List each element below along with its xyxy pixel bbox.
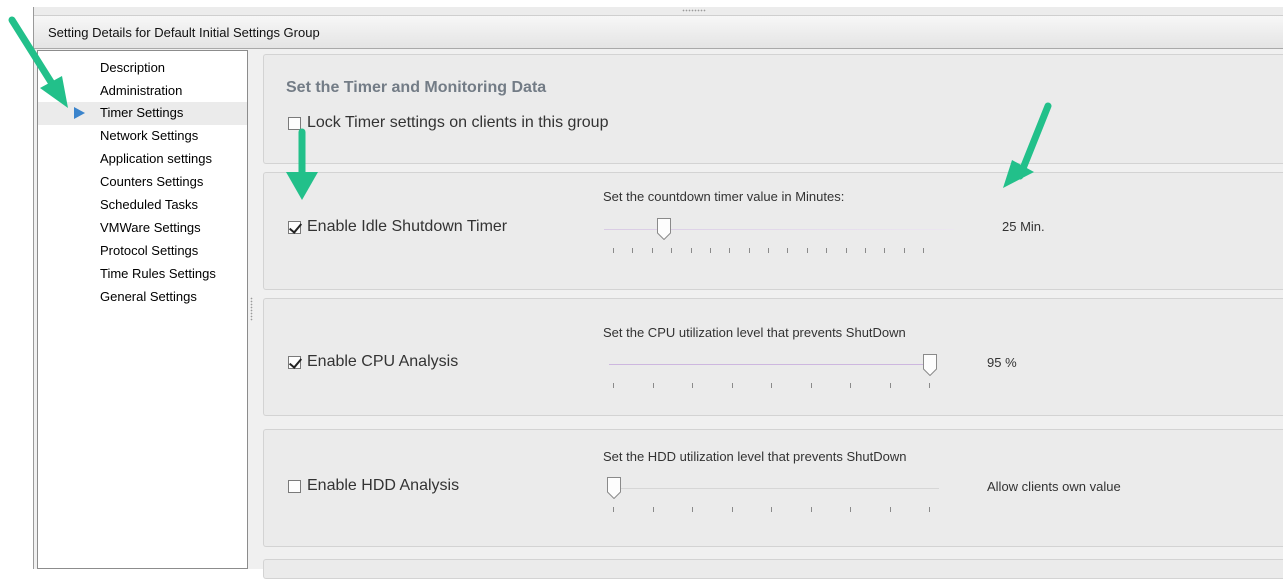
slider-tick (904, 248, 905, 253)
slider-tick (811, 507, 812, 512)
page-title: Setting Details for Default Initial Sett… (48, 25, 320, 40)
slider-tick (613, 248, 614, 253)
slider-tick (811, 383, 812, 388)
nav-item-counters-settings[interactable]: Counters Settings (38, 171, 247, 194)
nav-item-label: Administration (100, 83, 183, 98)
cpu-slider-thumb[interactable] (923, 354, 937, 376)
nav-item-label: Description (100, 60, 166, 75)
slider-tick (653, 507, 654, 512)
nav-item-label: General Settings (100, 289, 197, 304)
slider-tick (890, 383, 891, 388)
hdd-analysis-row: Enable HDD Analysis (288, 477, 459, 495)
hdd-analysis-panel: Enable HDD Analysis Set the HDD utilizat… (263, 429, 1283, 547)
nav-item-description[interactable]: Description (38, 57, 247, 80)
cpu-slider-value: 95 % (987, 355, 1017, 370)
slider-tick (732, 383, 733, 388)
hdd-slider-value: Allow clients own value (987, 479, 1121, 494)
hdd-slider-thumb[interactable] (607, 477, 621, 499)
idle-slider-caption: Set the countdown timer value in Minutes… (603, 189, 845, 204)
slider-tick (749, 248, 750, 253)
idle-timer-row: Enable Idle Shutdown Timer (288, 218, 507, 236)
slider-tick (692, 507, 693, 512)
settings-window: Setting Details for Default Initial Sett… (33, 7, 1283, 579)
slider-tick (768, 248, 769, 253)
splitter-grip-icon[interactable] (682, 9, 706, 12)
cpu-analysis-row: Enable CPU Analysis (288, 353, 458, 371)
slider-tick (890, 507, 891, 512)
nav-item-label: Protocol Settings (100, 243, 199, 258)
slider-tick (923, 248, 924, 253)
nav-item-time-rules-settings[interactable]: Time Rules Settings (38, 263, 247, 286)
nav-item-label: Application settings (100, 151, 213, 166)
cpu-analysis-label: Enable CPU Analysis (307, 353, 459, 370)
splitter-grip-icon[interactable] (250, 297, 253, 321)
top-splitter[interactable] (34, 7, 1283, 16)
idle-timer-label: Enable Idle Shutdown Timer (307, 218, 508, 235)
nav-item-protocol-settings[interactable]: Protocol Settings (38, 240, 247, 263)
cpu-slider-caption: Set the CPU utilization level that preve… (603, 325, 906, 340)
triangle-right-icon (74, 107, 85, 119)
nav-item-administration[interactable]: Administration (38, 80, 247, 103)
slider-tick (692, 383, 693, 388)
idle-shutdown-panel: Enable Idle Shutdown Timer Set the count… (263, 172, 1283, 290)
nav-item-label: Timer Settings (100, 105, 184, 120)
slider-tick (613, 383, 614, 388)
slider-tick (787, 248, 788, 253)
slider-tick (771, 507, 772, 512)
slider-tick (691, 248, 692, 253)
nav-item-network-settings[interactable]: Network Settings (38, 125, 247, 148)
settings-nav: Description Administration Timer Setting… (37, 50, 248, 569)
nav-item-label: Time Rules Settings (100, 266, 216, 281)
slider-tick (826, 248, 827, 253)
slider-tick (850, 507, 851, 512)
slider-tick (884, 248, 885, 253)
hdd-slider-caption: Set the HDD utilization level that preve… (603, 449, 907, 464)
idle-timer-checkbox[interactable] (288, 220, 301, 234)
vertical-splitter[interactable] (248, 50, 256, 569)
nav-item-vmware-settings[interactable]: VMWare Settings (38, 217, 247, 240)
slider-tick (671, 248, 672, 253)
monitoring-header-panel: Set the Timer and Monitoring Data Lock T… (263, 54, 1283, 164)
slider-tick (850, 383, 851, 388)
cpu-slider-ticks (613, 383, 930, 389)
hdd-analysis-label: Enable HDD Analysis (307, 477, 460, 494)
section-title: Set the Timer and Monitoring Data (286, 79, 547, 96)
idle-slider-thumb[interactable] (656, 218, 671, 240)
idle-slider-value: 25 Min. (1002, 219, 1045, 234)
nav-item-label: Scheduled Tasks (100, 197, 199, 212)
slider-tick (929, 383, 930, 388)
slider-tick (807, 248, 808, 253)
slider-tick (652, 248, 653, 253)
slider-tick (929, 507, 930, 512)
slider-tick (613, 507, 614, 512)
lock-timer-checkbox[interactable] (288, 116, 301, 130)
cpu-analysis-checkbox[interactable] (288, 355, 301, 369)
cpu-analysis-panel: Enable CPU Analysis Set the CPU utilizat… (263, 298, 1283, 416)
nav-item-general-settings[interactable]: General Settings (38, 286, 247, 309)
nav-item-timer-settings[interactable]: Timer Settings (38, 102, 247, 125)
cpu-slider-track[interactable] (609, 364, 931, 365)
lock-timer-label: Lock Timer settings on clients in this g… (307, 114, 609, 131)
idle-slider-ticks (613, 248, 924, 254)
nav-item-label: VMWare Settings (100, 220, 201, 235)
nav-item-scheduled-tasks[interactable]: Scheduled Tasks (38, 194, 247, 217)
slider-tick (865, 248, 866, 253)
lock-timer-row: Lock Timer settings on clients in this g… (288, 114, 608, 132)
nav-item-application-settings[interactable]: Application settings (38, 148, 247, 171)
nav-item-label: Network Settings (100, 128, 199, 143)
next-setting-panel (263, 559, 1283, 579)
slider-tick (732, 507, 733, 512)
slider-tick (710, 248, 711, 253)
slider-tick (653, 383, 654, 388)
hdd-slider-track[interactable] (609, 488, 939, 489)
slider-tick (632, 248, 633, 253)
slider-tick (846, 248, 847, 253)
nav-item-label: Counters Settings (100, 174, 204, 189)
slider-tick (771, 383, 772, 388)
header-bar: Setting Details for Default Initial Sett… (34, 16, 1283, 49)
hdd-slider-ticks (613, 507, 930, 513)
slider-tick (729, 248, 730, 253)
hdd-analysis-checkbox[interactable] (288, 479, 301, 493)
